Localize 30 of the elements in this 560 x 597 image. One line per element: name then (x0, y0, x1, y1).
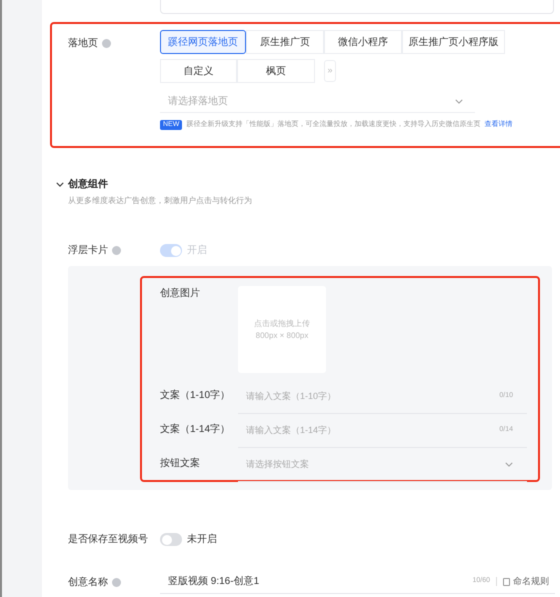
chevron-down-icon (505, 462, 513, 467)
section-title: 创意组件 (68, 178, 108, 192)
field-label: 文案（1-14字） (160, 422, 230, 437)
field-label: 落地页 (68, 36, 98, 50)
toggle-label: 未开启 (187, 532, 217, 547)
field-label: 按钮文案 (160, 456, 200, 471)
field-label: 创意图片 (160, 286, 200, 301)
landing-page-tab[interactable]: 蹊径网页落地页 (160, 30, 246, 54)
field-label: 创意名称 (68, 576, 108, 590)
toggle-switch[interactable] (160, 533, 182, 546)
input-value: 竖版视频 9:16-创意1 (168, 574, 260, 589)
upload-size: 800px × 800px (256, 330, 308, 342)
upload-hint: 点击或拖拽上传 (254, 318, 310, 330)
help-icon[interactable] (112, 578, 121, 586)
help-icon[interactable] (112, 246, 121, 255)
landing-page-tab[interactable]: 原生推广页小程序版 (402, 30, 505, 54)
field-label: 是否保存至视频号 (68, 532, 148, 547)
field-label: 文案（1-10字） (160, 388, 230, 403)
landing-page-tab[interactable]: 自定义 (160, 59, 237, 83)
field-label: 浮层卡片 (68, 244, 108, 258)
section-description: 从更多维度表达广告创意，刺激用户点击与转化行为 (68, 195, 252, 207)
chevron-down-icon (455, 99, 463, 104)
landing-page-tab[interactable]: 枫页 (237, 59, 315, 83)
select-placeholder: 请选择落地页 (168, 94, 228, 109)
landing-page-tab[interactable]: 微信小程序 (324, 30, 402, 54)
help-icon[interactable] (102, 38, 111, 48)
toggle-label: 开启 (187, 244, 207, 258)
document-icon (503, 578, 510, 586)
landing-page-tab[interactable]: 原生推广页 (246, 30, 324, 54)
naming-rule-link[interactable]: 命名规则 (513, 574, 549, 588)
